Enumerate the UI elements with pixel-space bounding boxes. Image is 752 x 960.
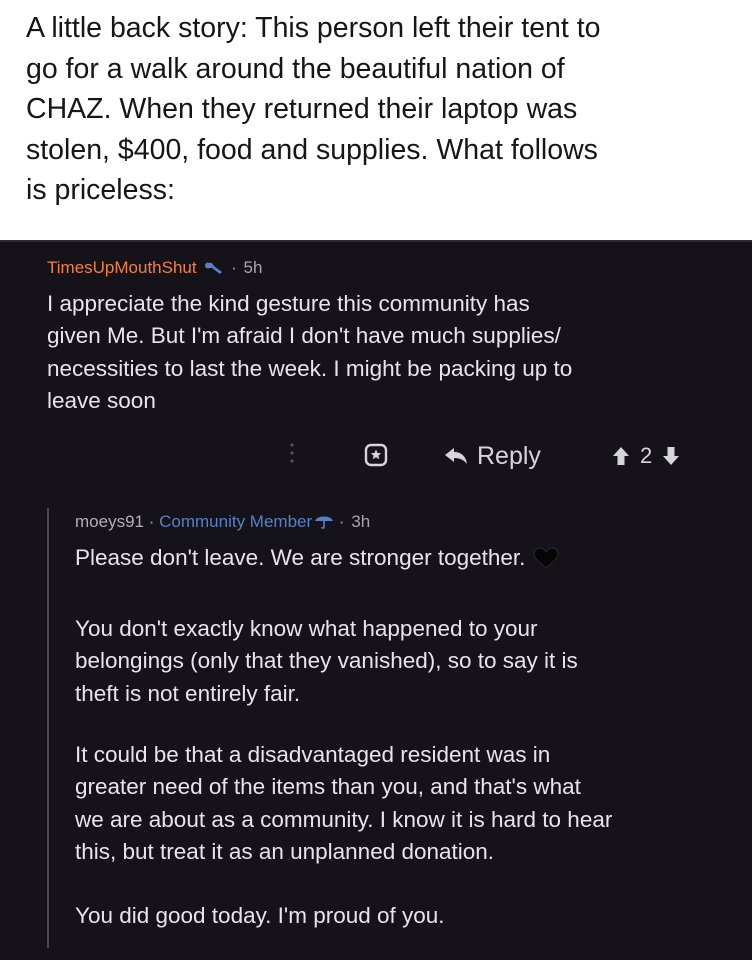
comment-body-line: I appreciate the kind gesture this commu… [47, 291, 530, 316]
divider [0, 240, 752, 242]
comment-body: I appreciate the kind gesture this commu… [47, 288, 572, 417]
reply-paragraph: You don't exactly know what happened to … [75, 613, 578, 710]
caption-line: is priceless: [26, 174, 175, 206]
more-vertical-icon[interactable] [289, 441, 295, 465]
reply-body-line: You did good today. I'm proud of you. [75, 903, 445, 928]
award-icon[interactable] [363, 442, 389, 468]
caption-line: stolen, $400, food and supplies. What fo… [26, 133, 598, 166]
meta-separator: · [231, 258, 237, 277]
vote-score: 2 [640, 443, 653, 468]
reply-username[interactable]: moeys91 [75, 512, 144, 531]
reply-body-line: belongings (only that they vanished), so… [75, 648, 578, 674]
caption: A little back story: This person left th… [26, 8, 726, 211]
reply-age: 3h [351, 512, 371, 531]
meta-separator: · [148, 512, 155, 531]
reply-label: Reply [477, 441, 541, 470]
comment-body-line: necessities to last the week. I might be… [47, 355, 573, 381]
thread-line[interactable] [47, 508, 49, 948]
caption-line: CHAZ. When they returned their laptop wa… [26, 93, 578, 125]
wrench-icon [205, 262, 223, 274]
vote-controls: 2 [611, 440, 681, 472]
reply-arrow-icon [445, 448, 467, 464]
comment-body-line: given Me. But I'm afraid I don't have mu… [47, 323, 561, 349]
reply-body-line: theft is not entirely fair. [75, 680, 301, 706]
umbrella-icon [315, 516, 334, 529]
caption-line: go for a walk around the beautiful natio… [26, 52, 565, 85]
reply-body-line: this, but treat it as an unplanned donat… [75, 838, 495, 864]
reply-paragraph: Please don't leave. We are stronger toge… [75, 542, 559, 574]
user-flair: Community Member [159, 512, 313, 531]
downvote-icon[interactable] [661, 445, 681, 467]
black-heart-icon [533, 547, 559, 569]
comment-body-line: leave soon [47, 387, 156, 413]
reply-body-line: It could be that a disadvantaged residen… [75, 742, 551, 767]
reply-body-line: greater need of the items than you, and … [75, 774, 581, 800]
caption-line: A little back story: This person left th… [26, 12, 601, 44]
comment-thread: TimesUpMouthShut · 5h I appreciate the k… [0, 240, 752, 960]
reply-meta: moeys91 · Community Member · 3h [75, 512, 370, 532]
reply-body-line: we are about as a community. I know it i… [75, 806, 613, 832]
comment-meta: TimesUpMouthShut · 5h [47, 258, 262, 278]
comment-username[interactable]: TimesUpMouthShut [47, 258, 197, 277]
reply-body-line: You don't exactly know what happened to … [75, 616, 538, 641]
comment-age: 5h [243, 258, 263, 277]
reply-body-line: Please don't leave. We are stronger toge… [75, 542, 559, 574]
reply-paragraph: It could be that a disadvantaged residen… [75, 739, 612, 868]
reply-button[interactable]: Reply [443, 440, 541, 472]
meta-separator: · [338, 512, 345, 531]
comment-actions: Reply 2 [0, 438, 752, 478]
upvote-icon[interactable] [611, 445, 631, 467]
reply-paragraph: You did good today. I'm proud of you. [75, 900, 445, 932]
